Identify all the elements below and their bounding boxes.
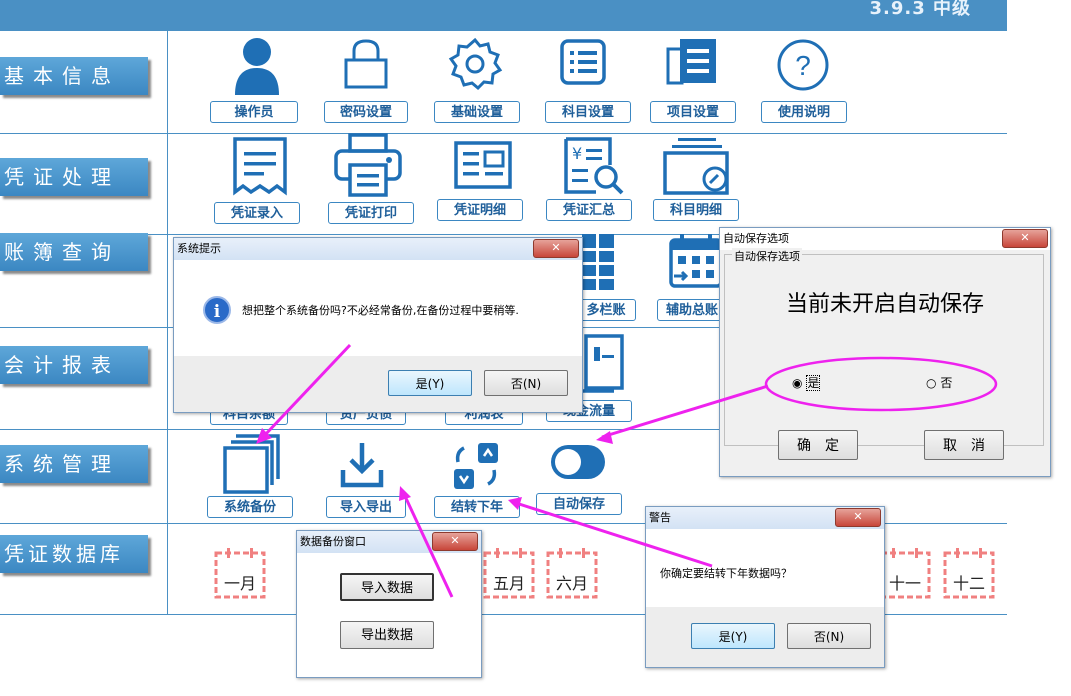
subject-detail-button[interactable]: 科目明细 bbox=[653, 199, 739, 221]
instructions-button[interactable]: 使用说明 bbox=[761, 101, 847, 123]
auto-save-dialog: 自动保存选项 ✕ 自动保存选项 当前未开启自动保存 ◉ 是 ○ 否 确 定 取 … bbox=[719, 227, 1051, 477]
download-icon[interactable] bbox=[339, 440, 385, 490]
radio-no[interactable]: ○ 否 bbox=[926, 374, 952, 391]
subject-settings-button[interactable]: 科目设置 bbox=[545, 101, 631, 123]
import-data-button[interactable]: 导入数据 bbox=[340, 573, 434, 601]
list-icon[interactable] bbox=[559, 38, 607, 86]
toggle-icon[interactable] bbox=[549, 443, 607, 481]
row-label-reports[interactable]: 会计报表 bbox=[0, 346, 148, 384]
lock-icon[interactable] bbox=[343, 38, 389, 90]
operator-button[interactable]: 操作员 bbox=[210, 101, 298, 123]
svg-text:?: ? bbox=[795, 50, 811, 81]
carry-forward-button[interactable]: 结转下年 bbox=[434, 496, 520, 518]
svg-text:i: i bbox=[214, 302, 221, 322]
document-list-icon[interactable] bbox=[665, 37, 719, 87]
auto-save-button[interactable]: 自动保存 bbox=[536, 493, 622, 515]
month-label: 十二 bbox=[952, 574, 985, 593]
title-bar: 3.9.3 中级 bbox=[0, 0, 1007, 31]
dialog-title: 系统提示 bbox=[174, 238, 582, 260]
dialog-title: 自动保存选项 bbox=[720, 228, 1050, 250]
cancel-button[interactable]: 取 消 bbox=[924, 430, 1004, 460]
user-icon[interactable] bbox=[232, 35, 282, 97]
row-label-voucher[interactable]: 凭证处理 bbox=[0, 158, 148, 196]
radio-unchecked-icon: ○ bbox=[926, 376, 937, 390]
swap-arrows-icon[interactable] bbox=[450, 440, 502, 492]
auto-save-status: 当前未开启自动保存 bbox=[785, 292, 984, 317]
yes-button[interactable]: 是(Y) bbox=[388, 370, 472, 396]
close-icon[interactable]: ✕ bbox=[1002, 229, 1048, 248]
copy-icon[interactable] bbox=[222, 433, 282, 495]
calendar-jun[interactable]: 六月 bbox=[545, 548, 599, 600]
warning-dialog: 警告 ✕ 你确定要结转下年数据吗？ 是(Y) 否(N) bbox=[645, 506, 885, 668]
folder-clock-icon[interactable] bbox=[662, 135, 730, 197]
calendar-nov[interactable]: 十一 bbox=[878, 548, 932, 600]
backup-confirm-dialog: 系统提示 ✕ i 想把整个系统备份吗?不必经常备份,在备份过程中要稍等. 是(Y… bbox=[173, 237, 583, 413]
radio-no-label: 否 bbox=[940, 376, 953, 390]
calendar-grid-icon[interactable] bbox=[668, 232, 724, 290]
radio-yes-label: 是 bbox=[806, 375, 821, 391]
radio-checked-icon: ◉ bbox=[792, 376, 803, 390]
close-icon[interactable]: ✕ bbox=[432, 532, 478, 551]
ok-button[interactable]: 确 定 bbox=[778, 430, 858, 460]
import-export-button[interactable]: 导入导出 bbox=[326, 496, 406, 518]
calendar-may[interactable]: 五月 bbox=[482, 548, 536, 600]
basic-settings-button[interactable]: 基础设置 bbox=[434, 101, 520, 123]
month-label: 十一 bbox=[888, 574, 921, 593]
auxiliary-ledger-button[interactable]: 辅助总账 bbox=[657, 299, 727, 321]
dialog-message: 你确定要结转下年数据吗？ bbox=[660, 567, 792, 580]
group-label: 自动保存选项 bbox=[732, 248, 802, 264]
voucher-summary-button[interactable]: 凭证汇总 bbox=[546, 199, 632, 221]
no-button[interactable]: 否(N) bbox=[787, 623, 871, 649]
receipt-icon[interactable] bbox=[229, 136, 291, 198]
month-label: 六月 bbox=[555, 574, 588, 593]
row-label-database[interactable]: 凭证数据库 bbox=[0, 535, 148, 573]
data-backup-dialog: 数据备份窗口 ✕ 导入数据 导出数据 bbox=[296, 530, 482, 678]
project-settings-button[interactable]: 项目设置 bbox=[650, 101, 736, 123]
row-label-basic[interactable]: 基本信息 bbox=[0, 57, 148, 95]
gear-icon[interactable] bbox=[447, 36, 503, 92]
printer-icon[interactable] bbox=[333, 132, 403, 198]
row-label-system[interactable]: 系统管理 bbox=[0, 445, 148, 483]
info-icon: i bbox=[203, 296, 231, 324]
voucher-print-button[interactable]: 凭证打印 bbox=[328, 202, 414, 224]
password-button[interactable]: 密码设置 bbox=[324, 101, 408, 123]
svg-text:¥: ¥ bbox=[572, 144, 582, 163]
system-backup-button[interactable]: 系统备份 bbox=[207, 496, 293, 518]
calendar-dec[interactable]: 十二 bbox=[942, 548, 996, 600]
yes-button[interactable]: 是(Y) bbox=[691, 623, 775, 649]
options-group bbox=[724, 254, 1044, 446]
month-label: 五月 bbox=[492, 574, 525, 593]
multi-column-ledger-button[interactable]: 多栏账 bbox=[576, 299, 636, 321]
no-button[interactable]: 否(N) bbox=[484, 370, 568, 396]
row-label-ledger[interactable]: 账簿查询 bbox=[0, 233, 148, 271]
dialog-message: 想把整个系统备份吗?不必经常备份,在备份过程中要稍等. bbox=[242, 304, 519, 317]
id-card-icon[interactable] bbox=[453, 140, 513, 190]
invoice-search-icon[interactable]: ¥ bbox=[562, 135, 626, 197]
radio-yes[interactable]: ◉ 是 bbox=[792, 374, 821, 391]
export-data-button[interactable]: 导出数据 bbox=[340, 621, 434, 649]
calendar-jan[interactable]: 一月 bbox=[213, 548, 267, 600]
close-icon[interactable]: ✕ bbox=[835, 508, 881, 527]
app-title: 3.9.3 中级 bbox=[869, 0, 971, 19]
month-label: 一月 bbox=[223, 574, 256, 593]
help-icon[interactable]: ? bbox=[776, 38, 830, 92]
close-icon[interactable]: ✕ bbox=[533, 239, 579, 258]
voucher-detail-button[interactable]: 凭证明细 bbox=[437, 199, 523, 221]
ledger-columns-icon[interactable] bbox=[579, 232, 617, 292]
voucher-entry-button[interactable]: 凭证录入 bbox=[214, 202, 300, 224]
